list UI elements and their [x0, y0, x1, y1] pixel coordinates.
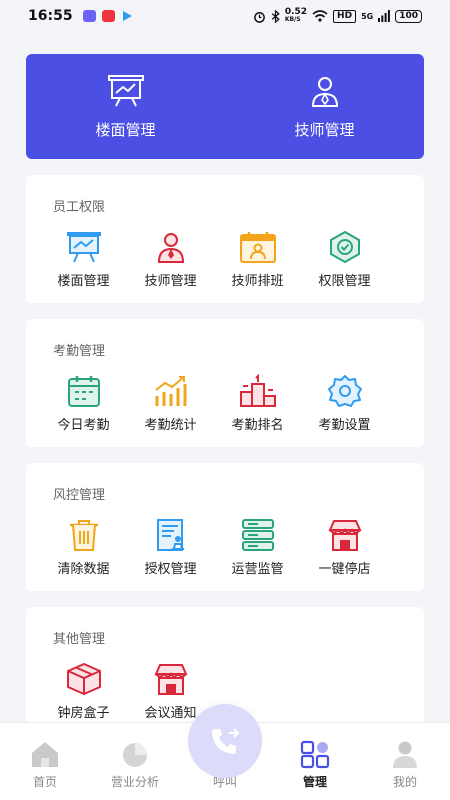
nav-item-home[interactable]: 首页	[0, 723, 90, 800]
grid-item-label: 运营监管	[231, 562, 284, 577]
user-badge-icon	[311, 77, 338, 107]
signal-label: 5G	[361, 11, 374, 21]
grid-item-today-attendance[interactable]: 今日考勤	[40, 374, 127, 433]
nav-label: 我的	[392, 775, 417, 789]
grid-item-permission-management[interactable]: 权限管理	[301, 230, 388, 289]
grid-item-label: 授权管理	[144, 562, 197, 577]
battery-level: 100	[395, 9, 422, 23]
section-staff-permissions: 员工权限 楼面管理 技师管理 技师排班 权限管理	[26, 175, 424, 303]
phone-call-icon	[212, 728, 240, 754]
box-icon	[66, 663, 101, 695]
person-icon	[393, 741, 417, 768]
section-attendance-management: 考勤管理 今日考勤 考勤统计 考勤排名 考勤设置	[26, 319, 424, 447]
grid-item-clear-data[interactable]: 清除数据	[40, 518, 127, 577]
bluetooth-icon	[271, 9, 280, 23]
pie-chart-icon	[123, 743, 147, 767]
grid-item-label: 考勤设置	[318, 418, 371, 433]
section-risk-control: 风控管理 清除数据 授权管理 运营监管 一键停店	[26, 463, 424, 591]
section-grid: 楼面管理 技师管理 技师排班 权限管理	[26, 230, 424, 289]
grid-item-label: 今日考勤	[57, 418, 110, 433]
server-icon	[241, 519, 274, 551]
top-banner: 楼面管理 技师管理	[26, 54, 424, 159]
nav-label: 管理	[302, 775, 327, 789]
network-speed: 0.52 KB/S	[285, 8, 307, 24]
grid-item-authorization-management[interactable]: 授权管理	[127, 518, 214, 577]
nav-item-management[interactable]: 管理	[270, 723, 360, 800]
nav-item-business-analysis[interactable]: 营业分析	[90, 723, 180, 800]
signal-bars-icon	[378, 10, 391, 22]
banner-item-label: 楼面管理	[95, 121, 156, 139]
grid-item-label: 考勤统计	[144, 418, 197, 433]
grid-manage-icon	[300, 740, 330, 769]
grid-item-label: 会议通知	[144, 706, 197, 721]
presentation-board-icon	[107, 75, 144, 107]
grid-item-clock-room-box[interactable]: 钟房盒子	[40, 662, 127, 721]
section-grid: 清除数据 授权管理 运营监管 一键停店	[26, 518, 424, 577]
status-app-icons	[82, 10, 133, 22]
grid-item-label: 考勤排名	[231, 418, 284, 433]
nav-label: 首页	[32, 775, 57, 789]
message-app-icon	[82, 10, 96, 22]
technician-icon	[157, 233, 184, 263]
section-title: 员工权限	[53, 200, 106, 215]
grid-item-technician-schedule[interactable]: 技师排班	[214, 230, 301, 289]
grid-item-attendance-settings[interactable]: 考勤设置	[301, 374, 388, 433]
video-app-icon	[101, 10, 115, 22]
call-button[interactable]	[188, 704, 262, 778]
shield-check-icon	[329, 230, 360, 264]
nav-label: 营业分析	[110, 775, 159, 789]
grid-item-label: 楼面管理	[57, 274, 110, 289]
section-title: 其他管理	[53, 632, 106, 647]
podium-icon	[239, 374, 276, 407]
status-bar: 16:55 0.52 KB/S HD 5G 100	[0, 0, 450, 32]
presentation-board-icon	[66, 232, 101, 263]
authorize-document-icon	[156, 519, 184, 551]
network-speed-unit: KB/S	[284, 16, 301, 23]
banner-item-label: 技师管理	[294, 121, 355, 139]
hd-badge: HD	[333, 9, 357, 23]
bar-trend-icon	[154, 376, 186, 406]
grid-item-attendance-ranking[interactable]: 考勤排名	[214, 374, 301, 433]
status-indicators: 0.52 KB/S HD 5G 100	[253, 8, 422, 24]
play-app-icon	[122, 11, 132, 21]
banner-item-floor-management[interactable]: 楼面管理	[26, 54, 225, 159]
schedule-calendar-icon	[239, 232, 276, 263]
grid-item-one-click-close-store[interactable]: 一键停店	[301, 518, 388, 577]
grid-item-label: 一键停店	[318, 562, 371, 577]
grid-item-label: 清除数据	[57, 562, 110, 577]
grid-item-label: 权限管理	[318, 274, 371, 289]
section-grid: 今日考勤 考勤统计 考勤排名 考勤设置	[26, 374, 424, 433]
grid-item-technician-management[interactable]: 技师管理	[127, 230, 214, 289]
nav-item-mine[interactable]: 我的	[360, 723, 450, 800]
section-title: 风控管理	[53, 488, 106, 503]
gear-icon	[327, 375, 362, 407]
trash-icon	[69, 520, 98, 551]
status-time: 16:55	[28, 8, 73, 24]
grid-item-attendance-stats[interactable]: 考勤统计	[127, 374, 214, 433]
section-title: 考勤管理	[53, 344, 106, 359]
grid-item-label: 技师管理	[144, 274, 197, 289]
grid-item-floor-management[interactable]: 楼面管理	[40, 230, 127, 289]
store-notice-icon	[153, 664, 188, 695]
network-speed-value: 0.52	[284, 7, 308, 17]
grid-item-label: 技师排班	[231, 274, 284, 289]
grid-item-operation-supervision[interactable]: 运营监管	[214, 518, 301, 577]
alarm-icon	[253, 11, 265, 23]
grid-item-label: 钟房盒子	[57, 706, 110, 721]
banner-item-technician-management[interactable]: 技师管理	[225, 54, 424, 159]
store-icon	[327, 520, 362, 551]
home-icon	[32, 742, 58, 767]
wifi-icon	[312, 10, 328, 22]
calendar-check-icon	[67, 376, 100, 407]
